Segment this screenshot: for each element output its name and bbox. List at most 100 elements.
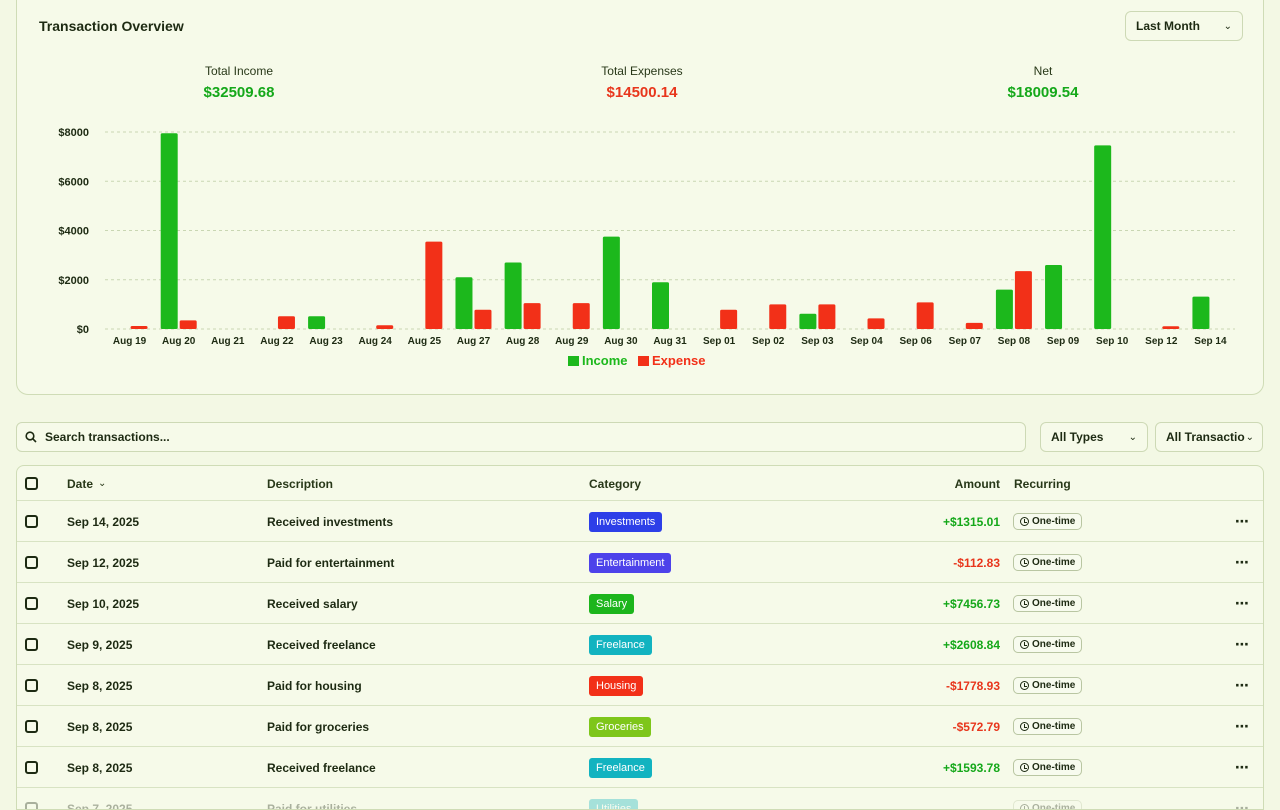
row-amount: +$2608.84 (943, 638, 1000, 652)
total-income-value: $32509.68 (129, 84, 349, 101)
category-badge: Investments (589, 512, 662, 532)
x-tick-label: Sep 03 (801, 336, 834, 347)
legend-expense-swatch (638, 356, 649, 366)
table-row[interactable]: Sep 7, 2025 Paid for utilities Utilities… (17, 788, 1264, 810)
row-checkbox[interactable] (25, 638, 38, 651)
expense-bar (524, 303, 541, 329)
x-tick-label: Sep 04 (850, 336, 883, 347)
row-actions-icon[interactable]: ⋯ (1235, 554, 1249, 571)
table-row[interactable]: Sep 10, 2025 Received salary Salary +$74… (17, 583, 1264, 624)
y-tick-label: $0 (77, 324, 89, 336)
period-select[interactable]: Last Month ⌄ (1125, 11, 1243, 41)
total-income-stat: Total Income $32509.68 (129, 64, 349, 101)
x-tick-label: Aug 22 (260, 336, 294, 347)
net-value: $18009.54 (933, 84, 1153, 101)
select-all-checkbox[interactable] (25, 477, 38, 490)
search-box[interactable] (16, 422, 1026, 452)
expense-bar (278, 316, 295, 329)
transaction-filter-select[interactable]: All Transactio ⌄ (1155, 422, 1263, 452)
income-expense-chart: $0$2000$4000$6000$8000Aug 19Aug 20Aug 21… (17, 120, 1265, 380)
type-filter-select[interactable]: All Types ⌄ (1040, 422, 1148, 452)
expense-bar (425, 242, 442, 329)
row-actions-icon[interactable]: ⋯ (1235, 595, 1249, 612)
row-actions-icon[interactable]: ⋯ (1235, 759, 1249, 776)
x-tick-label: Sep 02 (752, 336, 785, 347)
clock-icon (1020, 763, 1029, 772)
chevron-down-icon: ⌄ (1246, 432, 1254, 443)
table-row[interactable]: Sep 8, 2025 Received freelance Freelance… (17, 747, 1264, 788)
table-row[interactable]: Sep 12, 2025 Paid for entertainment Ente… (17, 542, 1264, 583)
category-badge: Utilities (589, 799, 638, 810)
table-row[interactable]: Sep 8, 2025 Paid for housing Housing -$1… (17, 665, 1264, 706)
date-column-header[interactable]: Date ⌄ (67, 466, 106, 501)
recurring-badge: One-time (1013, 718, 1082, 735)
row-amount: +$1315.01 (943, 515, 1000, 529)
x-tick-label: Sep 01 (703, 336, 736, 347)
row-actions-icon[interactable]: ⋯ (1235, 636, 1249, 653)
income-bar (308, 316, 325, 329)
row-date: Sep 14, 2025 (67, 515, 139, 529)
row-actions-icon[interactable]: ⋯ (1235, 513, 1249, 530)
net-stat: Net $18009.54 (933, 64, 1153, 101)
row-actions-icon[interactable]: ⋯ (1235, 718, 1249, 735)
category-badge: Freelance (589, 758, 652, 778)
type-filter-label: All Types (1051, 430, 1103, 444)
transaction-overview-card: Transaction Overview Last Month ⌄ Total … (16, 0, 1264, 395)
row-checkbox[interactable] (25, 597, 38, 610)
x-tick-label: Aug 23 (309, 336, 343, 347)
x-tick-label: Aug 20 (162, 336, 196, 347)
row-checkbox[interactable] (25, 802, 38, 810)
income-bar (1045, 265, 1062, 329)
x-tick-label: Aug 27 (457, 336, 491, 347)
legend-income-label: Income (582, 353, 628, 368)
x-tick-label: Sep 06 (900, 336, 933, 347)
row-description: Received investments (267, 515, 393, 529)
table-row[interactable]: Sep 14, 2025 Received investments Invest… (17, 501, 1264, 542)
legend-expense-label: Expense (652, 353, 705, 368)
row-checkbox[interactable] (25, 761, 38, 774)
row-description: Paid for entertainment (267, 556, 394, 570)
total-income-label: Total Income (129, 64, 349, 78)
x-tick-label: Sep 14 (1194, 336, 1227, 347)
legend-income-swatch (568, 356, 579, 366)
recurring-label: One-time (1032, 803, 1075, 810)
recurring-badge: One-time (1013, 677, 1082, 694)
row-description: Paid for housing (267, 679, 362, 693)
search-icon (25, 431, 37, 443)
category-badge: Housing (589, 676, 643, 696)
recurring-label: One-time (1032, 762, 1075, 773)
recurring-label: One-time (1032, 557, 1075, 568)
category-badge: Salary (589, 594, 634, 614)
x-tick-label: Aug 19 (113, 336, 147, 347)
net-label: Net (933, 64, 1153, 78)
row-checkbox[interactable] (25, 679, 38, 692)
row-description: Received salary (267, 597, 358, 611)
row-actions-icon[interactable]: ⋯ (1235, 677, 1249, 694)
table-row[interactable]: Sep 8, 2025 Paid for groceries Groceries… (17, 706, 1264, 747)
x-tick-label: Sep 09 (1047, 336, 1080, 347)
row-checkbox[interactable] (25, 515, 38, 528)
search-input[interactable] (45, 430, 945, 444)
chevron-down-icon: ⌄ (98, 478, 106, 489)
row-description: Received freelance (267, 638, 376, 652)
table-row[interactable]: Sep 9, 2025 Received freelance Freelance… (17, 624, 1264, 665)
row-checkbox[interactable] (25, 720, 38, 733)
row-date: Sep 12, 2025 (67, 556, 139, 570)
expense-bar (1162, 326, 1179, 329)
y-tick-label: $6000 (58, 176, 89, 188)
recurring-label: One-time (1032, 680, 1075, 691)
x-tick-label: Sep 08 (998, 336, 1031, 347)
recurring-label: One-time (1032, 639, 1075, 650)
row-actions-icon[interactable]: ⋯ (1235, 800, 1249, 810)
recurring-label: One-time (1032, 516, 1075, 527)
expense-bar (769, 304, 786, 329)
x-tick-label: Sep 10 (1096, 336, 1129, 347)
row-date: Sep 9, 2025 (67, 638, 132, 652)
expense-bar (573, 303, 590, 329)
expense-bar (818, 304, 835, 329)
chevron-down-icon: ⌄ (1129, 432, 1137, 443)
category-badge: Groceries (589, 717, 651, 737)
total-expenses-label: Total Expenses (532, 64, 752, 78)
row-checkbox[interactable] (25, 556, 38, 569)
expense-bar (868, 318, 885, 329)
